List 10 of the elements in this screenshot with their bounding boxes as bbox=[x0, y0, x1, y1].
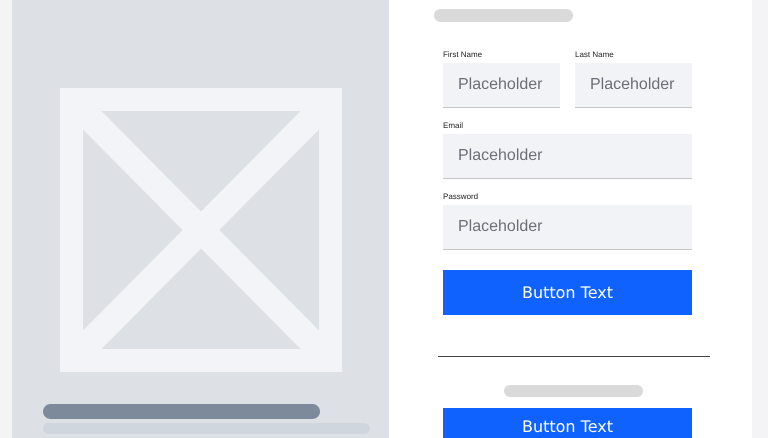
input-field[interactable]: Placeholder bbox=[443, 134, 692, 178]
field-label: First Name bbox=[443, 50, 482, 60]
field-label: Last Name bbox=[575, 50, 614, 60]
submit-button[interactable]: Button Text bbox=[443, 270, 692, 314]
field-label: Email bbox=[443, 120, 464, 130]
primary-button[interactable]: Button Text bbox=[443, 408, 692, 438]
field-label: Password bbox=[443, 192, 478, 202]
input-field[interactable]: Placeholder bbox=[443, 204, 692, 250]
input-field[interactable]: Placeholder bbox=[575, 62, 692, 108]
input-field[interactable]: Placeholder bbox=[443, 62, 560, 108]
